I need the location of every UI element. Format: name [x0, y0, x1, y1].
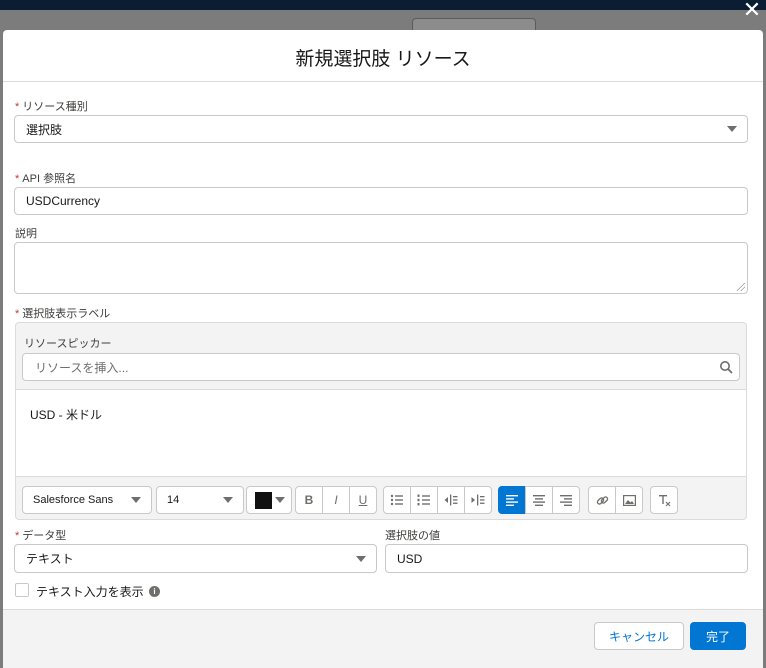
indent-button[interactable]: [464, 486, 492, 514]
underline-icon: U: [358, 493, 368, 507]
font-size-select[interactable]: 14: [156, 486, 244, 514]
clear-formatting-icon: [658, 494, 670, 506]
resource-picker-label: リソースピッカー: [24, 338, 112, 350]
editor-content-area[interactable]: USD - 米ドル: [16, 389, 746, 477]
backdrop-topbar: [0, 0, 766, 10]
align-right-button[interactable]: [552, 486, 580, 514]
show-text-input-checkbox[interactable]: [15, 583, 29, 597]
image-button[interactable]: [615, 486, 643, 514]
api-name-label: * API 参照名: [15, 173, 77, 185]
resource-type-select[interactable]: 選択肢: [14, 115, 748, 143]
bulleted-list-button[interactable]: [383, 486, 411, 514]
text-color-picker[interactable]: [246, 486, 292, 514]
numbered-list-icon: [417, 494, 430, 506]
description-textarea[interactable]: [14, 242, 748, 294]
chevron-down-icon: [131, 497, 141, 503]
rich-text-editor: リソースピッカー リソースを挿入... USD - 米ドル Salesforce…: [15, 322, 747, 520]
cancel-button[interactable]: キャンセル: [594, 622, 684, 650]
format-group: B I U: [295, 486, 377, 514]
chevron-down-icon: [275, 497, 285, 503]
image-icon: [622, 494, 636, 506]
new-choice-resource-modal: 新規選択肢 リソース * リソース種別 選択肢 * API 参照名 USDCurre…: [3, 30, 763, 668]
data-type-label: * データ型: [15, 530, 67, 542]
search-icon: [720, 361, 733, 374]
modal-footer: キャンセル 完了: [3, 609, 763, 668]
resource-picker-input[interactable]: リソースを挿入...: [22, 353, 740, 381]
clear-formatting-button[interactable]: [650, 486, 678, 514]
editor-text: USD - 米ドル: [30, 408, 103, 422]
done-button[interactable]: 完了: [690, 622, 746, 650]
resource-type-value: 選択肢: [26, 122, 63, 137]
modal-header: 新規選択肢 リソース: [3, 30, 763, 82]
align-left-icon: [506, 494, 518, 506]
color-swatch: [255, 491, 272, 509]
chevron-down-icon: [727, 126, 737, 132]
list-group: [383, 486, 492, 514]
info-icon[interactable]: i: [149, 586, 160, 597]
link-button[interactable]: [588, 486, 616, 514]
modal-title: 新規選択肢 リソース: [295, 49, 471, 70]
bold-icon: B: [304, 493, 314, 507]
description-label: 説明: [15, 228, 37, 240]
link-icon: [596, 495, 608, 505]
resize-handle[interactable]: [737, 283, 745, 291]
align-group: [498, 486, 580, 514]
bold-button[interactable]: B: [295, 486, 323, 514]
align-left-button[interactable]: [498, 486, 526, 514]
choice-value-input[interactable]: USD: [385, 544, 748, 573]
font-family-select[interactable]: Salesforce Sans: [22, 486, 152, 514]
italic-button[interactable]: I: [322, 486, 350, 514]
underline-button[interactable]: U: [349, 486, 377, 514]
italic-icon: I: [334, 493, 338, 507]
align-center-icon: [533, 494, 545, 506]
outdent-button[interactable]: [437, 486, 465, 514]
editor-toolbar: Salesforce Sans 14 B I U: [16, 478, 746, 520]
chevron-down-icon: [223, 497, 233, 503]
numbered-list-button[interactable]: [410, 486, 438, 514]
choice-label-label: * 選択肢表示ラベル: [15, 308, 111, 320]
choice-value-label: 選択肢の値: [385, 530, 440, 542]
resource-type-label: * リソース種別: [15, 101, 88, 113]
insert-group: [588, 486, 643, 514]
bulleted-list-icon: [390, 494, 403, 506]
show-text-input-label: テキスト入力を表示: [36, 585, 144, 599]
outdent-icon: [444, 494, 458, 506]
indent-icon: [471, 494, 485, 506]
chevron-down-icon: [356, 555, 366, 562]
align-right-icon: [560, 494, 572, 506]
close-icon[interactable]: ✕: [740, 0, 764, 22]
data-type-select[interactable]: テキスト: [14, 544, 377, 573]
align-center-button[interactable]: [525, 486, 553, 514]
clear-group: [650, 486, 678, 514]
api-name-input[interactable]: USDCurrency: [14, 187, 748, 215]
